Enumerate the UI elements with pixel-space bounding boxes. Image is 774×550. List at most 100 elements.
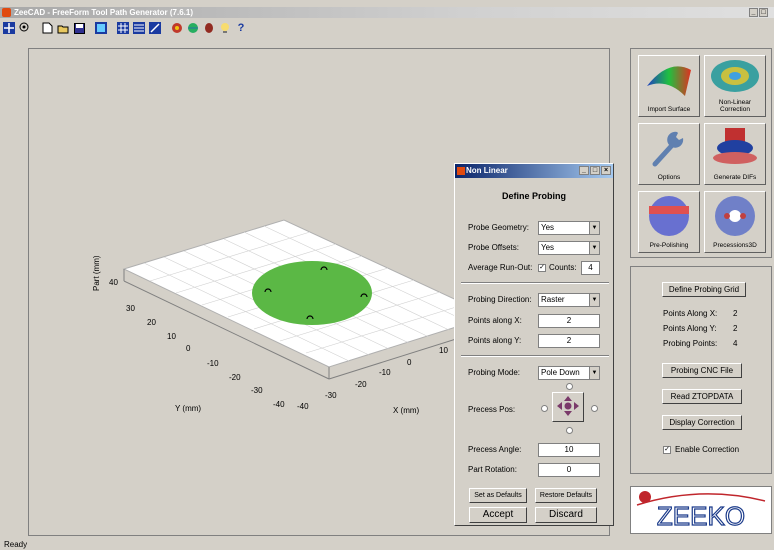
average-runout-checkbox[interactable]: ✓ (538, 264, 546, 272)
maximize-button[interactable]: □ (759, 8, 768, 17)
y-tick: 0 (186, 344, 191, 353)
probing-cnc-file-button[interactable]: Probing CNC File (662, 363, 742, 378)
part-disk (252, 261, 372, 325)
z-axis-label: Part (mm) (92, 255, 101, 291)
accept-button[interactable]: Accept (469, 507, 527, 523)
new-file-icon[interactable] (40, 21, 54, 35)
y-tick: -40 (273, 400, 285, 409)
divider (461, 355, 609, 357)
nonlinear-correction-button[interactable]: Non-Linear Correction (704, 55, 766, 117)
help-icon[interactable]: ? (234, 21, 248, 35)
probe-panel: Define Probing Grid Points Along X: 2 Po… (630, 266, 772, 474)
x-tick: -20 (355, 380, 367, 389)
precessions-icon (715, 196, 755, 236)
tools-panel: Import Surface Non-Linear Correction Opt… (630, 48, 772, 258)
restore-defaults-button[interactable]: Restore Defaults (535, 488, 597, 503)
x-axis-label: X (mm) (393, 406, 420, 415)
window-title: ZeeCAD - FreeForm Tool Path Generator (7… (14, 8, 193, 17)
minimize-button[interactable]: _ (579, 166, 589, 175)
probe-offsets-select[interactable]: Yes ▼ (538, 241, 600, 255)
lightbulb-icon[interactable] (218, 21, 232, 35)
precess-angle-input[interactable]: 10 (538, 443, 600, 457)
bug-icon[interactable] (202, 21, 216, 35)
settings-icon[interactable] (170, 21, 184, 35)
tool-head-icon (713, 128, 757, 164)
status-text: Ready (4, 540, 28, 549)
counts-label: Counts: (549, 263, 577, 272)
chevron-down-icon: ▼ (589, 242, 599, 254)
enable-correction-label: Enable Correction (675, 445, 740, 454)
y-tick: -20 (229, 373, 241, 382)
title-bar: ZeeCAD - FreeForm Tool Path Generator (7… (0, 7, 774, 18)
counts-input[interactable]: 4 (581, 261, 600, 275)
precessions3d-button[interactable]: Precessions3D (704, 191, 766, 253)
x-tick: 0 (407, 358, 412, 367)
define-probing-grid-button[interactable]: Define Probing Grid (662, 282, 746, 297)
chart-icon[interactable] (94, 21, 108, 35)
y-tick: 30 (126, 304, 135, 313)
discard-button[interactable]: Discard (535, 507, 597, 523)
y-axis-label: Y (mm) (175, 404, 201, 413)
toolbar: ? (0, 19, 774, 37)
minimize-button[interactable]: _ (749, 8, 758, 17)
maximize-button[interactable]: □ (590, 166, 600, 175)
non-linear-dialog: Non Linear _ □ × Define Probing Probe Ge… (454, 163, 614, 526)
points-x-label: Points Along X: (663, 309, 718, 318)
surface-icon (647, 66, 691, 96)
save-icon[interactable] (72, 21, 86, 35)
part-rotation-label: Part Rotation: (468, 465, 517, 474)
x-tick: -30 (325, 391, 337, 400)
close-button[interactable]: × (601, 166, 611, 175)
wrench-icon (652, 131, 684, 167)
probing-direction-select[interactable]: Raster ▼ (538, 293, 600, 307)
display-correction-button[interactable]: Display Correction (662, 415, 742, 430)
pre-polishing-label: Pre-Polishing (649, 242, 689, 249)
import-surface-button[interactable]: Import Surface (638, 55, 700, 117)
probe-geometry-select[interactable]: Yes ▼ (538, 221, 600, 235)
precess-pos-label: Precess Pos: (468, 405, 516, 414)
svg-text:ZEEKO: ZEEKO (657, 501, 745, 531)
precess-pos-radio-right[interactable] (591, 405, 598, 412)
zoom-icon[interactable] (18, 21, 32, 35)
crosshair-icon[interactable] (2, 21, 16, 35)
enable-correction-checkbox[interactable]: ✓ (663, 446, 671, 454)
points-along-x-input[interactable]: 2 (538, 314, 600, 328)
x-tick: -40 (297, 402, 309, 411)
probing-mode-select[interactable]: Pole Down ▼ (538, 366, 600, 380)
read-ztopdata-button[interactable]: Read ZTOPDATA (662, 389, 742, 404)
z-tick: 40 (109, 278, 118, 287)
nonlinear-label: Non-Linear Correction (718, 99, 752, 113)
chevron-down-icon: ▼ (589, 294, 599, 306)
precess-pos-radio-bottom[interactable] (566, 427, 573, 434)
divider (461, 282, 609, 284)
probe-geometry-label: Probe Geometry: (468, 223, 529, 232)
y-tick: -30 (251, 386, 263, 395)
precessions3d-label: Precessions3D (713, 242, 757, 249)
dialog-heading: Define Probing (501, 191, 566, 201)
x-tick: -10 (379, 368, 391, 377)
precess-pos-radio-top[interactable] (566, 383, 573, 390)
open-folder-icon[interactable] (56, 21, 70, 35)
precess-pos-selector-button[interactable] (552, 392, 584, 422)
globe-icon[interactable] (186, 21, 200, 35)
y-tick: 10 (167, 332, 176, 341)
options-label: Options (657, 174, 681, 181)
x-tick: 10 (439, 346, 448, 355)
points-along-x-label: Points along X: (468, 316, 522, 325)
part-rotation-input[interactable]: 0 (538, 463, 600, 477)
measure-icon[interactable] (148, 21, 162, 35)
precess-pos-radio-left[interactable] (541, 405, 548, 412)
set-as-defaults-button[interactable]: Set as Defaults (469, 488, 527, 503)
zeeko-logo: ZEEKO (630, 486, 772, 534)
grid-icon[interactable] (116, 21, 130, 35)
table-icon[interactable] (132, 21, 146, 35)
dialog-title-bar: Non Linear _ □ × (455, 164, 613, 178)
pre-polishing-button[interactable]: Pre-Polishing (638, 191, 700, 253)
points-along-y-input[interactable]: 2 (538, 334, 600, 348)
direction-pad-icon (557, 396, 579, 416)
chevron-down-icon: ▼ (589, 367, 599, 379)
probing-direction-label: Probing Direction: (468, 295, 532, 304)
generate-difs-button[interactable]: Generate DIFs (704, 123, 766, 185)
app-icon (457, 167, 465, 175)
options-button[interactable]: Options (638, 123, 700, 185)
